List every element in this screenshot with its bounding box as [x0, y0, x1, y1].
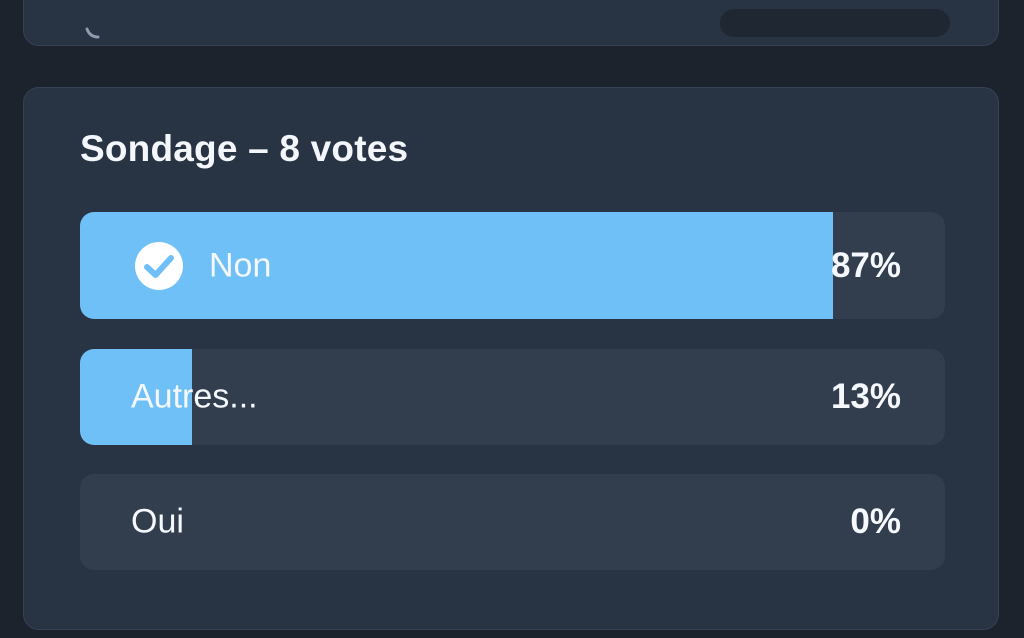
previous-card-control[interactable] [720, 9, 950, 37]
partial-icon [85, 27, 100, 39]
poll-option-autres[interactable]: Autres... 13% [80, 349, 945, 445]
check-circle-icon [135, 241, 183, 290]
poll-card: Sondage – 8 votes Non 87% Autres... 13% … [23, 87, 999, 630]
poll-option-label: Oui [131, 502, 184, 541]
previous-card [23, 0, 999, 46]
poll-option-label: Non [209, 246, 272, 284]
poll-option-label: Autres... [131, 377, 258, 416]
poll-option-oui[interactable]: Oui 0% [80, 474, 945, 570]
poll-title: Sondage – 8 votes [80, 128, 409, 169]
poll-option-bar-fill [80, 212, 833, 319]
poll-option-percent: 13% [830, 377, 901, 416]
poll-option-percent: 87% [830, 245, 901, 285]
poll-option-percent: 0% [850, 502, 901, 541]
poll-option-non[interactable]: Non 87% [80, 212, 945, 319]
